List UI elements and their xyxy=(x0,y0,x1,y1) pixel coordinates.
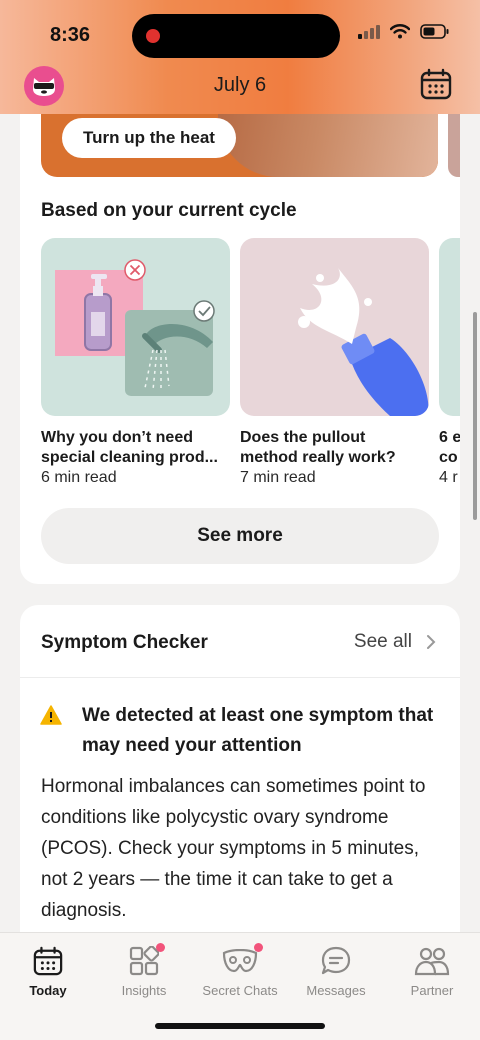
chevron-right-icon xyxy=(427,635,436,649)
calendar-icon xyxy=(33,946,63,976)
battery-icon xyxy=(420,24,449,39)
article-thumbnail xyxy=(41,238,230,416)
see-more-button[interactable]: See more xyxy=(41,508,439,564)
article-title: method really work? xyxy=(240,449,396,466)
chat-icon xyxy=(321,946,351,975)
home-indicator[interactable] xyxy=(155,1023,325,1029)
warning-icon xyxy=(40,705,62,725)
grid-icon xyxy=(129,946,159,976)
notification-badge xyxy=(156,943,165,952)
tab-partner[interactable]: Partner xyxy=(384,943,480,998)
alert-message: We detected at least one symptom that ma… xyxy=(82,705,434,756)
recording-indicator xyxy=(146,29,160,43)
people-icon xyxy=(414,947,450,976)
symptom-checker-title: Symptom Checker xyxy=(41,632,208,653)
divider xyxy=(20,677,460,678)
top-header: 8:36 July 6 xyxy=(0,0,480,114)
wifi-icon xyxy=(390,24,410,39)
article-title: Does the pullout xyxy=(240,429,366,446)
section-title: Based on your current cycle xyxy=(41,200,297,221)
tab-label: Messages xyxy=(306,983,366,998)
turn-up-heat-button[interactable]: Turn up the heat xyxy=(62,118,236,158)
tab-secret-chats[interactable]: Secret Chats xyxy=(192,943,288,998)
mask-icon xyxy=(222,949,258,973)
alert-description: Hormonal imbalances can sometimes point … xyxy=(41,776,426,921)
article-title: 6 e xyxy=(439,429,460,446)
calendar-icon[interactable] xyxy=(420,68,452,100)
article-thumbnail xyxy=(240,238,429,416)
tab-insights[interactable]: Insights xyxy=(96,943,192,998)
header-date[interactable]: July 6 xyxy=(0,74,480,97)
notification-badge xyxy=(254,943,263,952)
tab-label: Secret Chats xyxy=(202,983,278,998)
article-card[interactable]: 6 e co 4 r xyxy=(439,238,460,488)
article-read-time: 6 min read xyxy=(41,469,117,486)
tab-label: Insights xyxy=(121,983,167,998)
status-time: 8:36 xyxy=(50,24,91,46)
article-card[interactable]: Why you don’t need special cleaning prod… xyxy=(41,238,230,488)
dynamic-island xyxy=(132,14,340,58)
article-title: co xyxy=(439,449,458,466)
status-icons xyxy=(358,24,450,39)
see-all-label: See all xyxy=(353,631,412,652)
article-card[interactable]: Does the pullout method really work? 7 m… xyxy=(240,238,429,488)
see-all-link[interactable]: See all xyxy=(354,631,436,653)
scrollbar[interactable] xyxy=(473,312,477,520)
signal-icon xyxy=(358,24,380,39)
article-title: special cleaning prod... xyxy=(41,449,218,466)
recommendations-card: Turn up the heat Based on your current c… xyxy=(20,80,460,584)
main-content: Turn up the heat Based on your current c… xyxy=(0,0,480,1040)
article-title: Why you don’t need xyxy=(41,429,193,446)
tab-label: Today xyxy=(29,983,67,998)
tab-label: Partner xyxy=(410,983,454,998)
article-read-time: 4 r xyxy=(439,469,458,486)
article-thumbnail xyxy=(439,238,460,416)
article-read-time: 7 min read xyxy=(240,469,316,486)
tab-messages[interactable]: Messages xyxy=(288,943,384,998)
tab-today[interactable]: Today xyxy=(0,943,96,998)
